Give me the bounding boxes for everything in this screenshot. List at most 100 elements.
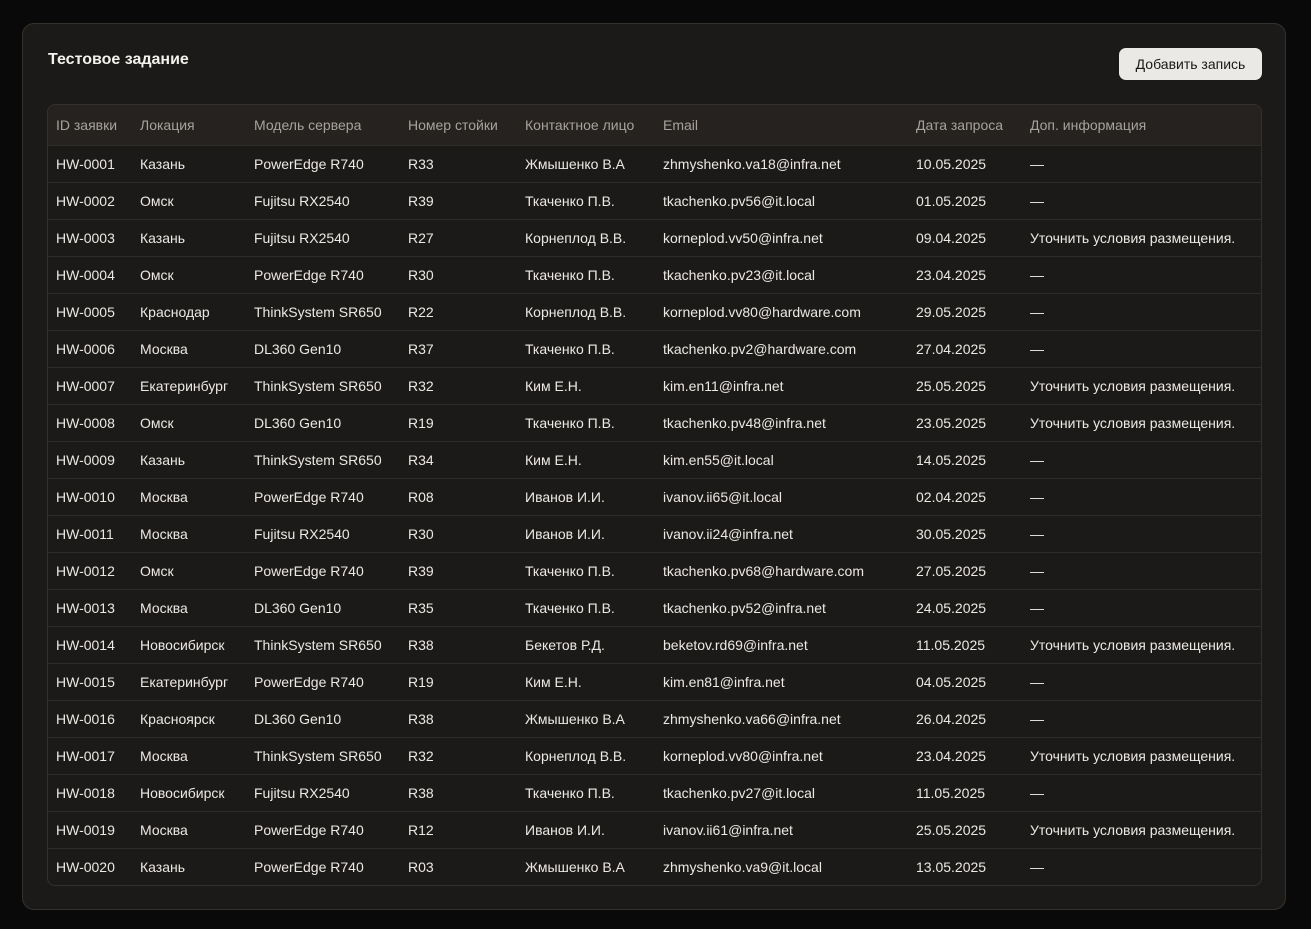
cell-request-date: 29.05.2025 xyxy=(916,303,987,320)
cell-contact: Корнеплод В.В. xyxy=(525,303,627,320)
cell-extra-info: Уточнить условия размещения. xyxy=(1030,747,1236,764)
table-row[interactable]: HW-0018 Новосибирск Fujitsu RX2540 R38 Ткаче… xyxy=(48,774,1261,811)
cell-email: beketov.rd69@infra.net xyxy=(663,636,808,653)
cell-rack-number: R19 xyxy=(408,673,434,690)
cell-extra-info: — xyxy=(1030,488,1044,505)
cell-location: Москва xyxy=(140,340,188,357)
cell-request-date: 30.05.2025 xyxy=(916,525,987,542)
table-row[interactable]: HW-0007 Екатеринбург ThinkSystem SR650 R32 К… xyxy=(48,367,1261,404)
cell-rack-number: R35 xyxy=(408,599,434,616)
cell-server-model: PowerEdge R740 xyxy=(254,266,364,283)
cell-rack-number: R22 xyxy=(408,303,434,320)
cell-rack-number: R08 xyxy=(408,488,434,505)
table-row[interactable]: HW-0019 Москва PowerEdge R740 R12 Иванов И.И… xyxy=(48,811,1261,848)
cell-rack-number: R34 xyxy=(408,451,434,468)
cell-request-id: HW-0006 xyxy=(56,340,115,357)
column-header-id[interactable]: ID заявки xyxy=(48,105,132,145)
cell-request-date: 23.05.2025 xyxy=(916,414,987,431)
cell-email: korneplod.vv80@hardware.com xyxy=(663,303,861,320)
cell-contact: Ткаченко П.В. xyxy=(525,562,615,579)
cell-extra-info: — xyxy=(1030,525,1044,542)
cell-extra-info: Уточнить условия размещения. xyxy=(1030,636,1236,653)
column-header-request-date[interactable]: Дата запроса xyxy=(908,105,1022,145)
cell-location: Москва xyxy=(140,747,188,764)
cell-email: kim.en11@infra.net xyxy=(663,377,784,394)
cell-location: Москва xyxy=(140,488,188,505)
table-row[interactable]: HW-0015 Екатеринбург PowerEdge R740 R19 Ким … xyxy=(48,663,1261,700)
cell-contact: Ким Е.Н. xyxy=(525,673,582,690)
cell-request-id: HW-0012 xyxy=(56,562,115,579)
cell-extra-info: — xyxy=(1030,710,1044,727)
add-record-button[interactable]: Добавить запись xyxy=(1119,48,1262,80)
main-card: Тестовое задание Добавить запись ID заяв… xyxy=(22,23,1286,910)
cell-rack-number: R32 xyxy=(408,747,434,764)
table-header-row: ID заявки Локация Модель сервера Номер с… xyxy=(48,105,1261,145)
cell-extra-info: Уточнить условия размещения. xyxy=(1030,821,1236,838)
cell-email: tkachenko.pv2@hardware.com xyxy=(663,340,857,357)
column-header-rack-number[interactable]: Номер стойки xyxy=(400,105,517,145)
table-row[interactable]: HW-0011 Москва Fujitsu RX2540 R30 Иванов И.И… xyxy=(48,515,1261,552)
column-header-extra-info[interactable]: Доп. информация xyxy=(1022,105,1261,145)
table-row[interactable]: HW-0012 Омск PowerEdge R740 R39 Ткаченко П.В… xyxy=(48,552,1261,589)
cell-request-id: HW-0014 xyxy=(56,636,115,653)
cell-email: kim.en55@it.local xyxy=(663,451,774,468)
table-row[interactable]: HW-0009 Казань ThinkSystem SR650 R34 Ким Е.Н… xyxy=(48,441,1261,478)
table-row[interactable]: HW-0017 Москва ThinkSystem SR650 R32 Корнепл… xyxy=(48,737,1261,774)
requests-table-container: ID заявки Локация Модель сервера Номер с… xyxy=(47,104,1262,886)
cell-rack-number: R12 xyxy=(408,821,434,838)
cell-email: tkachenko.pv27@it.local xyxy=(663,784,815,801)
table-row[interactable]: HW-0014 Новосибирск ThinkSystem SR650 R38 Бе… xyxy=(48,626,1261,663)
page-title: Тестовое задание xyxy=(48,51,189,68)
cell-contact: Жмышенко В.А xyxy=(525,858,625,875)
cell-request-id: HW-0017 xyxy=(56,747,115,764)
table-row[interactable]: HW-0001 Казань PowerEdge R740 R33 Жмышенко В… xyxy=(48,145,1261,182)
cell-request-id: HW-0011 xyxy=(56,525,114,542)
table-row[interactable]: HW-0004 Омск PowerEdge R740 R30 Ткаченко П.В… xyxy=(48,256,1261,293)
cell-request-id: HW-0004 xyxy=(56,266,115,283)
cell-extra-info: — xyxy=(1030,451,1044,468)
cell-rack-number: R30 xyxy=(408,266,434,283)
cell-extra-info: — xyxy=(1030,192,1044,209)
cell-extra-info: — xyxy=(1030,562,1044,579)
cell-request-date: 25.05.2025 xyxy=(916,377,987,394)
cell-server-model: PowerEdge R740 xyxy=(254,155,364,172)
column-header-server-model[interactable]: Модель сервера xyxy=(246,105,400,145)
cell-email: ivanov.ii65@it.local xyxy=(663,488,783,505)
column-header-location[interactable]: Локация xyxy=(132,105,246,145)
cell-request-id: HW-0009 xyxy=(56,451,115,468)
column-header-contact[interactable]: Контактное лицо xyxy=(517,105,655,145)
cell-location: Казань xyxy=(140,229,186,246)
table-row[interactable]: HW-0006 Москва DL360 Gen10 R37 Ткаченко П.В.… xyxy=(48,330,1261,367)
cell-email: ivanov.ii61@infra.net xyxy=(663,821,793,838)
cell-request-id: HW-0002 xyxy=(56,192,115,209)
cell-request-date: 27.04.2025 xyxy=(916,340,987,357)
table-row[interactable]: HW-0008 Омск DL360 Gen10 R19 Ткаченко П.В. tk… xyxy=(48,404,1261,441)
cell-email: tkachenko.pv23@it.local xyxy=(663,266,815,283)
cell-email: kim.en81@infra.net xyxy=(663,673,785,690)
cell-location: Казань xyxy=(140,858,186,875)
cell-email: korneplod.vv50@infra.net xyxy=(663,229,823,246)
table-row[interactable]: HW-0016 Красноярск DL360 Gen10 R38 Жмышенко … xyxy=(48,700,1261,737)
cell-server-model: DL360 Gen10 xyxy=(254,710,342,727)
table-row[interactable]: HW-0002 Омск Fujitsu RX2540 R39 Ткаченко П.В… xyxy=(48,182,1261,219)
cell-request-date: 11.05.2025 xyxy=(916,636,986,653)
cell-extra-info: — xyxy=(1030,340,1044,357)
cell-request-id: HW-0019 xyxy=(56,821,115,838)
table-row[interactable]: HW-0010 Москва PowerEdge R740 R08 Иванов И.И… xyxy=(48,478,1261,515)
cell-email: zhmyshenko.va66@infra.net xyxy=(663,710,841,727)
table-row[interactable]: HW-0005 Краснодар ThinkSystem SR650 R22 Корн… xyxy=(48,293,1261,330)
cell-request-id: HW-0010 xyxy=(56,488,115,505)
cell-request-date: 27.05.2025 xyxy=(916,562,987,579)
table-row[interactable]: HW-0013 Москва DL360 Gen10 R35 Ткаченко П.В.… xyxy=(48,589,1261,626)
cell-server-model: Fujitsu RX2540 xyxy=(254,525,350,542)
cell-contact: Ткаченко П.В. xyxy=(525,414,615,431)
cell-extra-info: — xyxy=(1030,266,1044,283)
cell-request-date: 26.04.2025 xyxy=(916,710,987,727)
cell-extra-info: — xyxy=(1030,858,1044,875)
column-header-email[interactable]: Email xyxy=(655,105,908,145)
cell-server-model: Fujitsu RX2540 xyxy=(254,784,350,801)
table-row[interactable]: HW-0003 Казань Fujitsu RX2540 R27 Корнеплод … xyxy=(48,219,1261,256)
cell-request-date: 24.05.2025 xyxy=(916,599,987,616)
cell-contact: Жмышенко В.А xyxy=(525,710,625,727)
table-row[interactable]: HW-0020 Казань PowerEdge R740 R03 Жмышенко В… xyxy=(48,848,1261,885)
